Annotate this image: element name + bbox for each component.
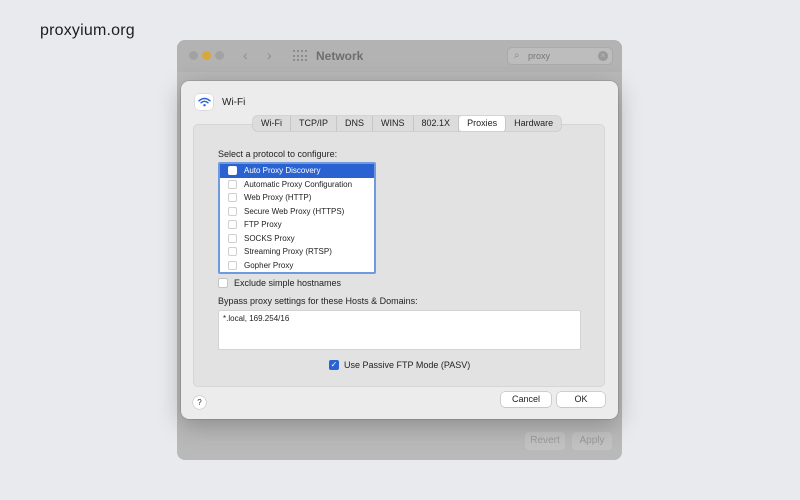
- protocol-checkbox[interactable]: [228, 220, 237, 230]
- help-button[interactable]: ?: [193, 396, 206, 409]
- search-input[interactable]: ⌕ proxy ×: [507, 47, 613, 65]
- list-item[interactable]: Auto Proxy Discovery: [220, 164, 374, 178]
- search-value: proxy: [528, 51, 551, 61]
- protocol-checkbox[interactable]: [228, 260, 237, 270]
- protocol-label-text: Streaming Proxy (RTSP): [244, 247, 332, 257]
- cancel-button[interactable]: Cancel: [501, 392, 551, 407]
- window-title: Network: [316, 49, 364, 63]
- sheet-header: Wi-Fi: [195, 94, 245, 110]
- protocol-label-text: Gopher Proxy: [244, 260, 294, 270]
- tab-hardware[interactable]: Hardware: [506, 116, 561, 131]
- exclude-simple-hostnames-checkbox[interactable]: Exclude simple hostnames: [218, 278, 341, 288]
- protocol-checkbox[interactable]: [228, 247, 237, 257]
- search-icon: ⌕: [514, 50, 520, 61]
- bypass-hosts-field[interactable]: *.local, 169.254/16: [218, 310, 581, 350]
- settings-tabs: Wi-Fi TCP/IP DNS WINS 802.1X Proxies Hardware: [253, 116, 562, 131]
- list-item[interactable]: Secure Web Proxy (HTTPS): [220, 205, 374, 219]
- proxy-settings-sheet: Wi-Fi Select a protocol to configure: Au…: [181, 81, 618, 419]
- list-item[interactable]: Web Proxy (HTTP): [220, 191, 374, 205]
- wifi-icon: [195, 94, 213, 110]
- checkmark-icon[interactable]: ✓: [329, 360, 339, 370]
- list-item[interactable]: Gopher Proxy: [220, 259, 374, 273]
- passive-ftp-checkbox[interactable]: ✓ Use Passive FTP Mode (PASV): [329, 360, 470, 370]
- tab-tcp-ip[interactable]: TCP/IP: [291, 116, 338, 131]
- protocol-checkbox[interactable]: [228, 193, 237, 203]
- bypass-label: Bypass proxy settings for these Hosts & …: [218, 296, 418, 306]
- window-titlebar: ‹ › Network ⌕ proxy ×: [177, 40, 622, 72]
- protocol-list[interactable]: Auto Proxy Discovery Automatic Proxy Conf…: [218, 162, 376, 274]
- revert-button[interactable]: Revert: [525, 432, 565, 450]
- grid-icon[interactable]: [293, 50, 307, 62]
- apply-button[interactable]: Apply: [572, 432, 612, 450]
- chevron-right-icon[interactable]: ›: [267, 47, 272, 63]
- tab-proxies[interactable]: Proxies: [459, 116, 507, 131]
- brand-logo-text: proxyium.org: [40, 22, 135, 39]
- proxies-panel: Select a protocol to configure: Auto Pro…: [193, 124, 605, 387]
- protocol-label-text: FTP Proxy: [244, 220, 282, 230]
- protocol-label-text: SOCKS Proxy: [244, 233, 295, 243]
- tab-dns[interactable]: DNS: [337, 116, 374, 131]
- minimize-window-button[interactable]: [202, 51, 211, 60]
- chevron-left-icon[interactable]: ‹: [243, 47, 248, 63]
- list-item[interactable]: SOCKS Proxy: [220, 232, 374, 246]
- protocol-checkbox[interactable]: [228, 233, 237, 243]
- tab-wi-fi[interactable]: Wi-Fi: [253, 116, 291, 131]
- list-item[interactable]: Automatic Proxy Configuration: [220, 178, 374, 192]
- list-item[interactable]: Streaming Proxy (RTSP): [220, 245, 374, 259]
- list-item[interactable]: FTP Proxy: [220, 218, 374, 232]
- ok-button[interactable]: OK: [557, 392, 605, 407]
- tab-wins[interactable]: WINS: [373, 116, 414, 131]
- protocol-label-text: Secure Web Proxy (HTTPS): [244, 206, 345, 216]
- protocol-label-text: Automatic Proxy Configuration: [244, 179, 353, 189]
- checkbox-box[interactable]: [218, 278, 228, 288]
- clear-search-icon[interactable]: ×: [598, 51, 608, 61]
- protocol-label-text: Web Proxy (HTTP): [244, 193, 312, 203]
- pasv-label: Use Passive FTP Mode (PASV): [344, 360, 471, 370]
- close-window-button[interactable]: [189, 51, 198, 60]
- protocol-label: Select a protocol to configure:: [218, 149, 338, 159]
- exclude-label: Exclude simple hostnames: [234, 278, 342, 288]
- sheet-title: Wi-Fi: [222, 96, 246, 108]
- protocol-checkbox[interactable]: [228, 179, 237, 189]
- protocol-checkbox[interactable]: [228, 206, 237, 216]
- tab-802-1x[interactable]: 802.1X: [414, 116, 460, 131]
- zoom-window-button[interactable]: [215, 51, 224, 60]
- protocol-checkbox[interactable]: [228, 166, 237, 176]
- protocol-label-text: Auto Proxy Discovery: [244, 166, 321, 176]
